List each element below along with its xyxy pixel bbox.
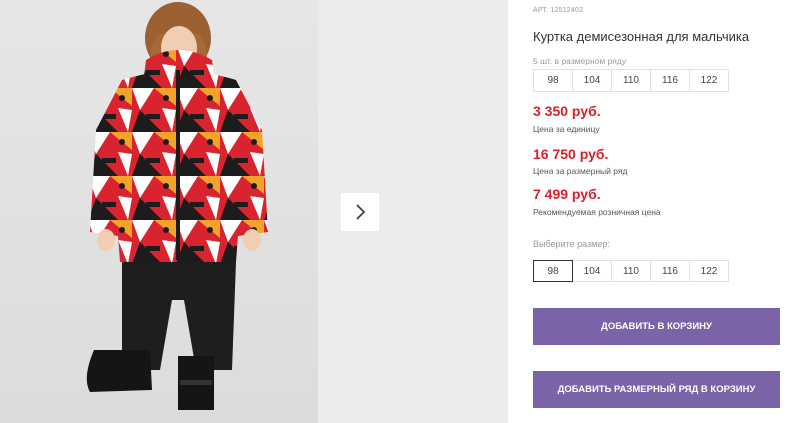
product-gallery [0, 0, 508, 423]
size-option-104[interactable]: 104 [572, 260, 612, 282]
pack-price-label: Цена за размерный ряд [533, 166, 628, 176]
pack-price: 16 750 руб. [533, 146, 609, 162]
choose-size-label: Выберите размер: [533, 239, 610, 249]
article-number: АРТ. 12512402 [533, 7, 584, 14]
pack-size: 98 [533, 69, 573, 92]
size-selector: 98 104 110 116 122 [533, 260, 729, 282]
pack-sizes: 98 104 110 116 122 [533, 69, 729, 92]
size-option-98[interactable]: 98 [533, 260, 573, 282]
pack-note: 5 шт. в размерном ряду [533, 56, 627, 66]
product-photo[interactable] [0, 0, 318, 423]
next-image-button[interactable] [341, 193, 379, 231]
product-title: Куртка демисезонная для мальчика [533, 29, 750, 44]
retail-price: 7 499 руб. [533, 186, 601, 202]
pack-size: 122 [689, 69, 729, 92]
size-option-122[interactable]: 122 [689, 260, 729, 282]
unit-price: 3 350 руб. [533, 103, 601, 119]
pack-size: 116 [650, 69, 690, 92]
boy-in-jacket-image [86, 2, 268, 410]
size-option-110[interactable]: 110 [611, 260, 651, 282]
add-pack-to-cart-button[interactable]: ДОБАВИТЬ РАЗМЕРНЫЙ РЯД В КОРЗИНУ [533, 371, 780, 408]
add-to-cart-button[interactable]: ДОБАВИТЬ В КОРЗИНУ [533, 308, 780, 345]
pack-size: 104 [572, 69, 612, 92]
unit-price-label: Цена за единицу [533, 124, 600, 134]
size-option-116[interactable]: 116 [650, 260, 690, 282]
chevron-right-icon [356, 204, 366, 220]
retail-price-label: Рекомендуемая розничная цена [533, 207, 661, 217]
pack-size: 110 [611, 69, 651, 92]
